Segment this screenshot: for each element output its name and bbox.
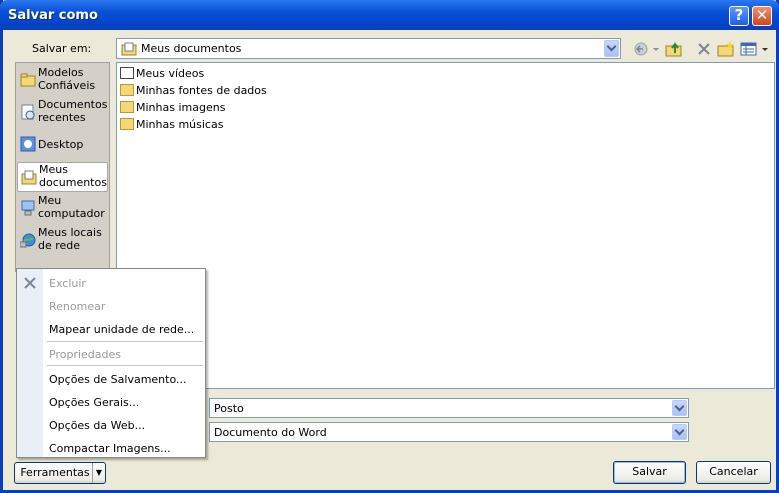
filetype-select[interactable]: Documento do Word: [209, 422, 689, 442]
save-as-dialog: Salvar como ? ✕ Salvar em: Meus document…: [0, 0, 779, 493]
place-label: Meus locais de rede: [38, 226, 102, 252]
menu-item-map-network-drive[interactable]: Mapear unidade de rede...: [49, 323, 194, 336]
back-icon[interactable]: [632, 40, 650, 58]
list-item[interactable]: Minhas fontes de dados: [120, 84, 267, 100]
pictures-folder-icon: [120, 101, 134, 113]
list-item[interactable]: Minhas músicas: [120, 118, 223, 134]
lookin-label: Salvar em:: [32, 42, 92, 55]
place-my-documents[interactable]: Meus documentos: [17, 162, 108, 192]
close-icon: ✕: [755, 6, 769, 24]
music-folder-icon: [120, 118, 134, 130]
up-folder-icon[interactable]: [665, 40, 683, 58]
menu-item-compress-pictures[interactable]: Compactar Imagens...: [49, 442, 171, 455]
menu-item-properties: Propriedades: [49, 348, 121, 361]
filename-value: Posto: [214, 402, 244, 415]
file-name: Meus vídeos: [136, 67, 205, 80]
save-button-label: Salvar: [632, 465, 667, 478]
list-item[interactable]: Meus vídeos: [120, 67, 204, 83]
lookin-value: Meus documentos: [141, 42, 242, 55]
place-label: Desktop: [38, 138, 84, 151]
desktop-icon: [20, 136, 36, 152]
my-documents-icon: [21, 170, 37, 185]
cancel-button[interactable]: Cancelar: [696, 461, 771, 484]
close-button[interactable]: ✕: [752, 6, 772, 26]
menu-item-save-options[interactable]: Opções de Salvamento...: [49, 373, 186, 386]
new-folder-icon[interactable]: [717, 40, 735, 58]
videos-folder-icon: [120, 67, 134, 79]
place-trusted-templates[interactable]: Modelos Confiáveis: [17, 66, 108, 96]
help-button[interactable]: ?: [729, 6, 749, 26]
place-label: Documentos recentes: [38, 98, 108, 124]
tools-button[interactable]: Ferramentas ▼: [14, 462, 106, 484]
dialog-title: Salvar como: [8, 8, 98, 23]
menu-separator: [47, 341, 203, 342]
title-bar[interactable]: Salvar como ? ✕: [0, 0, 779, 30]
menu-separator: [47, 365, 203, 366]
place-my-computer[interactable]: Meu computador: [17, 194, 108, 224]
chevron-down-icon[interactable]: [672, 424, 687, 440]
place-desktop[interactable]: Desktop: [17, 130, 108, 160]
folder-icon: [20, 73, 36, 87]
place-label: Meu computador: [38, 194, 105, 220]
my-documents-icon: [121, 42, 137, 56]
lookin-combo[interactable]: Meus documentos: [116, 38, 621, 59]
file-name: Minhas músicas: [136, 118, 224, 131]
data-sources-folder-icon: [120, 84, 134, 96]
file-list[interactable]: Meus vídeos Minhas fontes de dados Minha…: [116, 62, 775, 389]
place-label: Meus documentos: [39, 163, 107, 189]
network-places-icon: [20, 233, 36, 248]
menu-item-web-options[interactable]: Opções da Web...: [49, 419, 145, 432]
tools-button-label: Ferramentas: [20, 466, 90, 479]
save-button[interactable]: Salvar: [613, 461, 686, 484]
back-dropdown-icon[interactable]: [651, 40, 661, 58]
cancel-button-label: Cancelar: [709, 465, 758, 478]
views-icon[interactable]: [740, 40, 758, 58]
menu-item-rename: Renomear: [49, 300, 106, 313]
filetype-value: Documento do Word: [214, 426, 327, 439]
chevron-down-icon[interactable]: [672, 400, 687, 416]
recent-documents-icon: [21, 104, 35, 120]
places-bar: Modelos Confiáveis Documentos recentes D…: [15, 62, 110, 272]
chevron-down-icon: ▼: [92, 463, 105, 483]
chevron-down-icon[interactable]: [604, 40, 619, 57]
tools-menu: Excluir Renomear Mapear unidade de rede.…: [16, 268, 206, 458]
menu-gutter: [17, 269, 43, 457]
my-computer-icon: [21, 200, 35, 216]
delete-icon[interactable]: [695, 40, 713, 58]
menu-item-general-options[interactable]: Opções Gerais...: [49, 396, 139, 409]
place-recent-documents[interactable]: Documentos recentes: [17, 98, 108, 128]
filename-field[interactable]: Posto: [209, 398, 689, 418]
file-name: Minhas fontes de dados: [136, 84, 267, 97]
place-network-places[interactable]: Meus locais de rede: [17, 226, 108, 256]
views-dropdown-icon[interactable]: [760, 40, 770, 58]
menu-item-delete: Excluir: [49, 277, 86, 290]
place-label: Modelos Confiáveis: [38, 66, 96, 92]
list-item[interactable]: Minhas imagens: [120, 101, 225, 117]
delete-icon: [24, 277, 36, 289]
file-name: Minhas imagens: [136, 101, 226, 114]
